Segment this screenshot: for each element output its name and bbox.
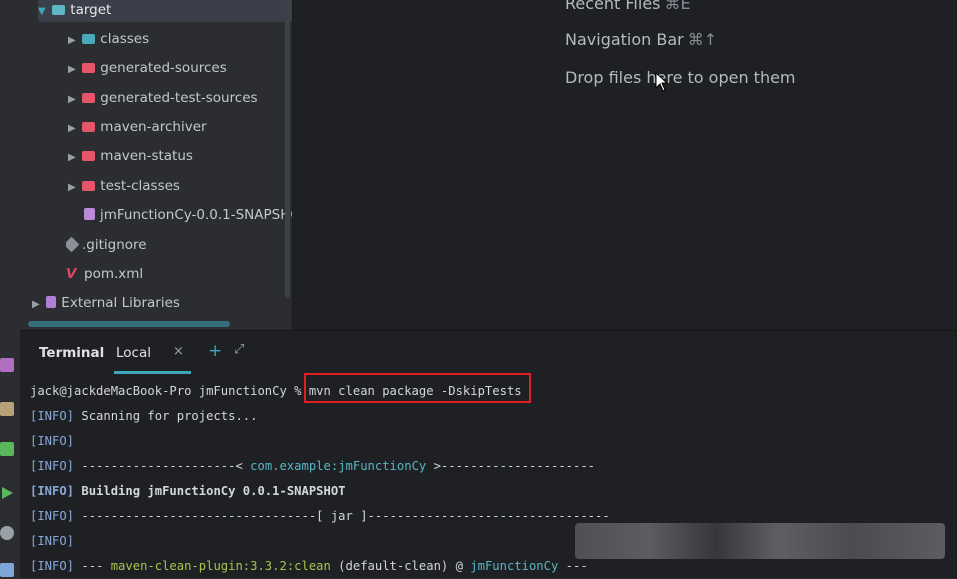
tree-vertical-scrollbar[interactable] <box>285 0 290 298</box>
library-icon <box>46 296 57 308</box>
debug-tool-icon[interactable] <box>0 526 14 540</box>
folder-icon <box>82 63 96 73</box>
terminal-line: [INFO] Building jmFunctionCy 0.0.1-SNAPS… <box>30 484 346 498</box>
tree-item-external-libraries[interactable]: ▶ External Libraries <box>32 291 304 315</box>
folder-icon <box>82 151 96 161</box>
terminal-line: [INFO] <box>30 434 75 448</box>
add-tab-icon[interactable]: + <box>208 341 222 361</box>
terminal-title: Terminal <box>39 345 105 361</box>
tree-item-jar[interactable]: jmFunctionCy-0.0.1-SNAPSHOT <box>84 203 294 227</box>
navigation-bar-hint: Navigation Bar ⌘↑ <box>565 30 718 49</box>
terminal-output[interactable]: jack@jackdeMacBook-Pro jmFunctionCy % mv… <box>30 379 610 579</box>
jar-file-icon <box>84 208 95 220</box>
folder-icon <box>82 181 96 191</box>
recent-files-hint: Recent Files ⌘E <box>565 0 691 13</box>
chevron-right-icon[interactable]: ▶ <box>68 176 78 198</box>
tool-window-stripe <box>0 330 20 577</box>
tab-active-indicator <box>114 371 191 374</box>
terminal-line: [INFO] --- maven-clean-plugin:3.3.2:clea… <box>30 559 588 573</box>
terminal-header: Terminal Local × + ⤢ <box>20 331 957 375</box>
chevron-right-icon[interactable]: ▶ <box>68 146 78 168</box>
run-tool-icon[interactable] <box>0 486 14 500</box>
chevron-down-icon[interactable]: ▼ <box>38 0 48 22</box>
folder-icon <box>82 34 96 44</box>
command-highlight-box <box>304 373 531 403</box>
terminal-line: [INFO] Scanning for projects... <box>30 409 258 423</box>
tree-item-target[interactable]: ▼ target <box>38 0 300 22</box>
chevron-right-icon[interactable]: ▶ <box>68 58 78 80</box>
folder-icon <box>82 93 96 103</box>
mouse-cursor-icon <box>655 72 667 92</box>
terminal-line: [INFO] --------------------------------[… <box>30 509 610 523</box>
tab-local[interactable]: Local <box>116 345 151 361</box>
horizontal-scrollbar[interactable] <box>28 321 230 327</box>
terminal-tool-icon[interactable] <box>0 358 14 372</box>
chevron-right-icon[interactable]: ▶ <box>32 293 42 315</box>
folder-icon <box>52 5 66 15</box>
terminal-line: [INFO] <box>30 534 75 548</box>
services-tool-icon[interactable] <box>0 442 14 456</box>
chevron-right-icon[interactable]: ▶ <box>68 29 78 51</box>
problems-tool-icon[interactable] <box>0 563 14 577</box>
drop-files-hint: Drop files here to open them <box>565 68 796 87</box>
maximize-icon[interactable]: ⤢ <box>234 342 244 357</box>
editor-empty-area[interactable]: Recent Files ⌘E Navigation Bar ⌘↑ Drop fil… <box>292 0 957 330</box>
git-file-icon <box>66 236 80 253</box>
chevron-right-icon[interactable]: ▶ <box>68 117 78 139</box>
watermark-blur <box>575 523 945 559</box>
chevron-right-icon[interactable]: ▶ <box>68 88 78 110</box>
project-tree: ▼ target ▶ classes ▶ generated-sources ▶… <box>20 0 300 330</box>
folder-icon <box>82 122 96 132</box>
maven-file-icon: V <box>66 266 77 282</box>
build-tool-icon[interactable] <box>0 402 14 416</box>
close-icon[interactable]: × <box>173 344 184 359</box>
terminal-line: [INFO] ---------------------< com.exampl… <box>30 459 596 473</box>
